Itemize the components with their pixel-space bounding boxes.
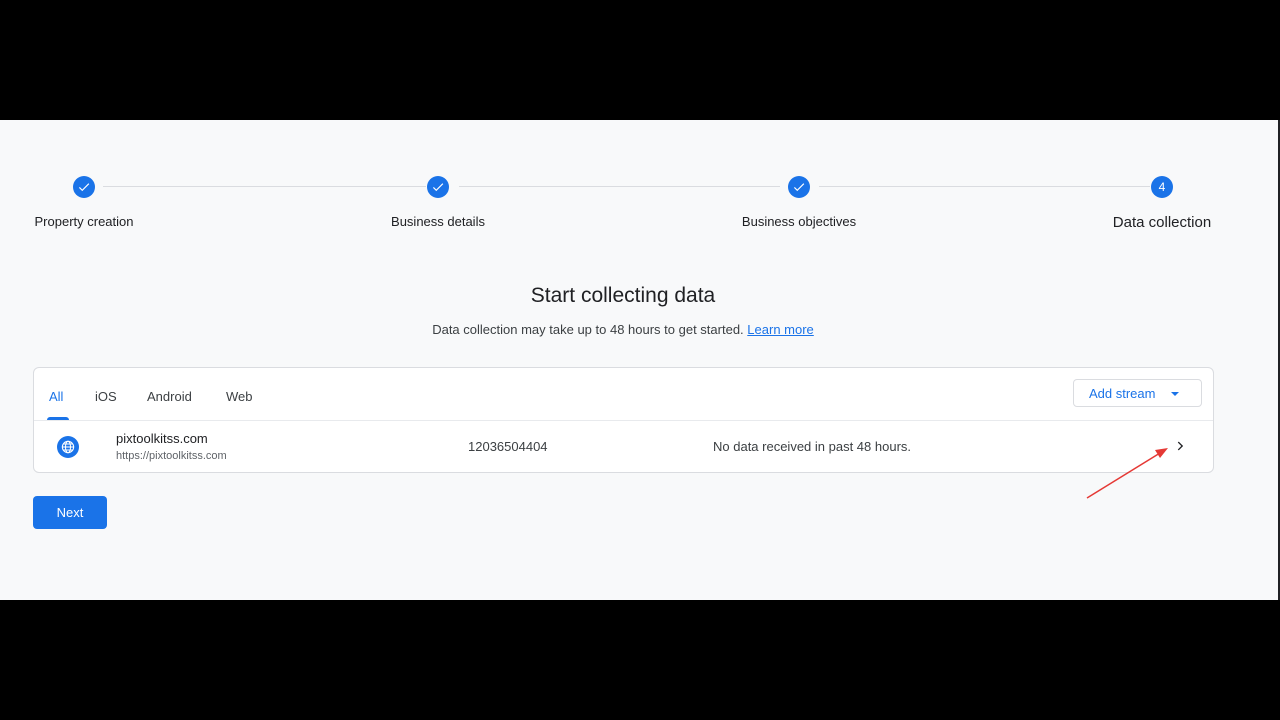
add-stream-label: Add stream bbox=[1089, 385, 1156, 401]
data-stream-row[interactable]: pixtoolkitss.com https://pixtoolkitss.co… bbox=[34, 421, 1213, 472]
page-subtitle: Data collection may take up to 48 hours … bbox=[0, 322, 1246, 337]
data-streams-card: All iOS Android Web Add stream pixtoolki… bbox=[33, 367, 1214, 473]
tab-web[interactable]: Web bbox=[226, 389, 253, 404]
setup-page: 4 Property creation Business details Bus… bbox=[0, 120, 1278, 600]
step-label-data-collection: Data collection bbox=[1112, 214, 1212, 231]
step-2-check-icon bbox=[427, 176, 449, 198]
letterbox-bottom bbox=[0, 600, 1280, 720]
step-4-number: 4 bbox=[1151, 176, 1173, 198]
step-1-check-icon bbox=[73, 176, 95, 198]
add-stream-button[interactable]: Add stream bbox=[1073, 379, 1202, 407]
platform-tabs: All iOS Android Web Add stream bbox=[34, 368, 1213, 421]
stream-url: https://pixtoolkitss.com bbox=[116, 450, 227, 462]
next-button[interactable]: Next bbox=[33, 496, 107, 529]
page-title: Start collecting data bbox=[530, 284, 716, 307]
active-tab-indicator bbox=[47, 417, 69, 420]
stepper-connector bbox=[459, 186, 780, 187]
chevron-right-icon[interactable] bbox=[1173, 438, 1189, 454]
learn-more-link[interactable]: Learn more bbox=[747, 322, 813, 337]
stream-status: No data received in past 48 hours. bbox=[713, 439, 912, 454]
globe-icon bbox=[57, 436, 79, 458]
tab-android[interactable]: Android bbox=[147, 389, 192, 404]
step-label-business-details: Business details bbox=[391, 214, 485, 229]
letterbox-top bbox=[0, 0, 1280, 120]
step-3-check-icon bbox=[788, 176, 810, 198]
annotation-arrow-icon bbox=[1086, 448, 1168, 499]
caret-down-icon bbox=[1171, 392, 1179, 396]
tab-all[interactable]: All bbox=[49, 389, 63, 404]
step-label-property-creation: Property creation bbox=[34, 214, 134, 229]
stepper-connector bbox=[819, 186, 1150, 187]
subtitle-text: Data collection may take up to 48 hours … bbox=[432, 322, 744, 337]
stepper-connector bbox=[103, 186, 426, 187]
stream-name: pixtoolkitss.com bbox=[116, 431, 208, 446]
step-label-business-objectives: Business objectives bbox=[741, 214, 857, 229]
stream-id: 12036504404 bbox=[468, 439, 548, 454]
tab-ios[interactable]: iOS bbox=[95, 389, 117, 404]
